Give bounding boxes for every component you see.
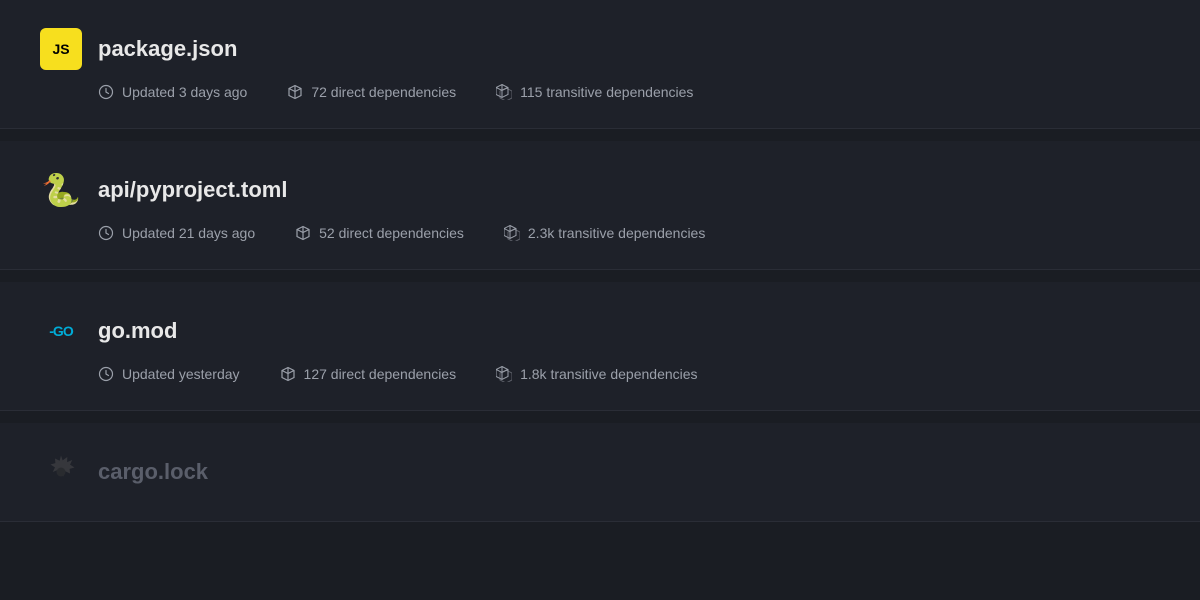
updated-meta: Updated 21 days ago [98,225,255,241]
updated-meta: Updated yesterday [98,366,240,382]
updated-text: Updated 21 days ago [122,225,255,241]
direct-deps-meta: 52 direct dependencies [295,225,464,241]
package-meta: Updated yesterday 127 direct dependencie… [40,366,1160,382]
box-multi-icon [496,84,512,100]
package-header: 🐍 api/pyproject.toml [40,169,1160,211]
box-multi-icon [504,225,520,241]
package-name: api/pyproject.toml [98,177,287,203]
clock-icon [98,366,114,382]
package-card-go-mod[interactable]: -GO go.mod Updated yesterday 127 direct d… [0,282,1200,411]
package-header: cargo.lock [40,451,1160,493]
transitive-deps-text: 1.8k transitive dependencies [520,366,697,382]
package-name: cargo.lock [98,459,208,485]
transitive-deps-meta: 1.8k transitive dependencies [496,366,697,382]
package-card-cargo-lock[interactable]: cargo.lock [0,423,1200,522]
rust-icon [40,451,82,493]
clock-icon [98,225,114,241]
direct-deps-text: 72 direct dependencies [311,84,456,100]
package-card-api-pyproject[interactable]: 🐍 api/pyproject.toml Updated 21 days ago … [0,141,1200,270]
updated-meta: Updated 3 days ago [98,84,247,100]
updated-text: Updated 3 days ago [122,84,247,100]
transitive-deps-meta: 115 transitive dependencies [496,84,693,100]
direct-deps-meta: 72 direct dependencies [287,84,456,100]
transitive-deps-text: 115 transitive dependencies [520,84,693,100]
direct-deps-text: 52 direct dependencies [319,225,464,241]
package-header: -GO go.mod [40,310,1160,352]
updated-text: Updated yesterday [122,366,240,382]
js-icon: JS [40,28,82,70]
transitive-deps-meta: 2.3k transitive dependencies [504,225,705,241]
clock-icon [98,84,114,100]
transitive-deps-text: 2.3k transitive dependencies [528,225,705,241]
box-icon [287,84,303,100]
package-meta: Updated 21 days ago 52 direct dependenci… [40,225,1160,241]
package-meta: Updated 3 days ago 72 direct dependencie… [40,84,1160,100]
go-icon: -GO [40,310,82,352]
py-icon: 🐍 [40,169,82,211]
box-icon [280,366,296,382]
package-name: go.mod [98,318,177,344]
package-name: package.json [98,36,237,62]
package-card-package-json[interactable]: JS package.json Updated 3 days ago 72 dir… [0,0,1200,129]
direct-deps-meta: 127 direct dependencies [280,366,457,382]
package-list: JS package.json Updated 3 days ago 72 dir… [0,0,1200,522]
box-multi-icon [496,366,512,382]
box-icon [295,225,311,241]
direct-deps-text: 127 direct dependencies [304,366,457,382]
package-header: JS package.json [40,28,1160,70]
